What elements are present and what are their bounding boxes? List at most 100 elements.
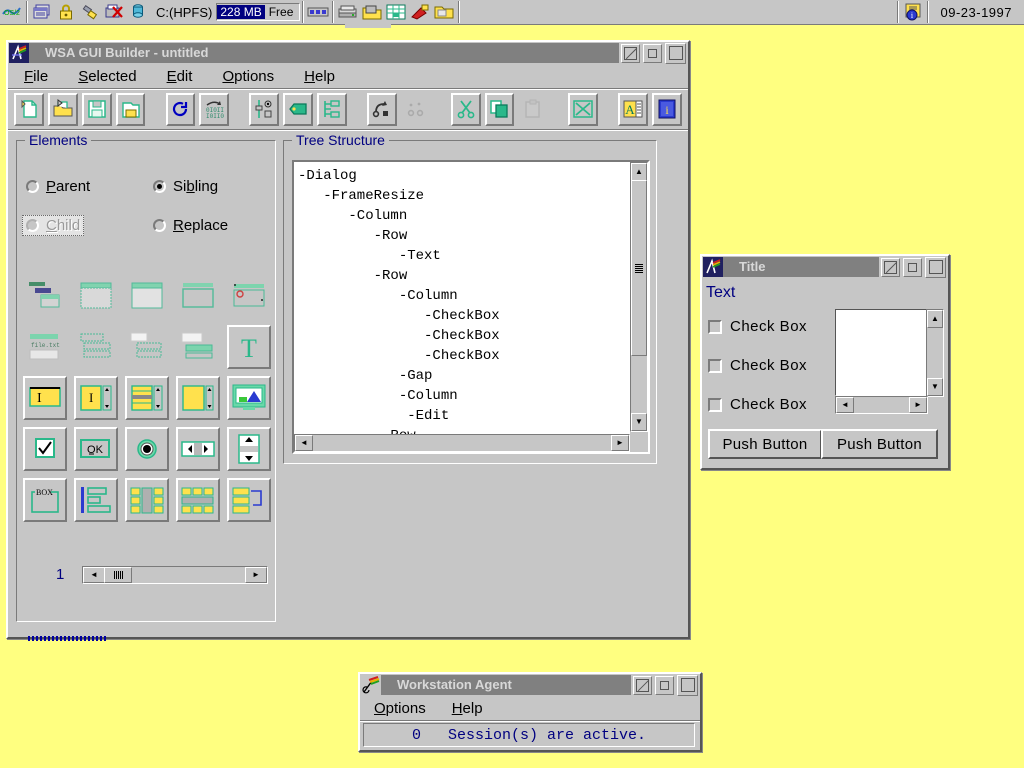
agent-feather-icon[interactable] (361, 675, 381, 695)
lock-icon[interactable] (54, 1, 78, 23)
maximize-button[interactable] (925, 257, 946, 278)
multiline-edit-icon[interactable]: I (74, 376, 118, 420)
menu-edit[interactable]: Edit (165, 67, 195, 86)
checkbox-icon[interactable] (23, 427, 67, 471)
os2-logo-icon[interactable]: OS/2 (0, 1, 24, 23)
delete-icon[interactable] (568, 93, 598, 126)
slider-icon[interactable] (176, 427, 220, 471)
information-icon[interactable]: i (901, 1, 925, 23)
cut-icon[interactable] (451, 93, 481, 126)
hide-button[interactable] (633, 676, 652, 695)
gap-layout-icon[interactable] (227, 478, 271, 522)
help-book-icon[interactable]: i (652, 93, 682, 126)
properties-icon[interactable] (249, 93, 279, 126)
spinbutton-icon[interactable] (227, 427, 271, 471)
radio-parent[interactable]: Parent (26, 178, 90, 195)
flashlight-icon[interactable] (78, 1, 102, 23)
window-list-icon[interactable] (30, 1, 54, 23)
scroll-up-button[interactable]: ▲ (631, 163, 647, 181)
svg-text:I: I (89, 390, 93, 405)
checkbox-box[interactable] (708, 359, 722, 373)
paint-icon[interactable] (408, 1, 432, 23)
save-as-icon[interactable] (116, 93, 146, 126)
toolbar-divider (927, 1, 929, 23)
preview-vertical-scrollbar[interactable]: ▲ ▼ (926, 309, 944, 397)
scroll-right-button[interactable]: ► (245, 567, 267, 583)
tree-horizontal-scrollbar[interactable]: ◄ ► (294, 434, 630, 452)
entry-field-icon[interactable]: I (23, 376, 67, 420)
radio-sibling[interactable]: Sibling (153, 178, 218, 195)
preview-checkbox-3[interactable]: Check Box (708, 396, 807, 413)
preview-title-bar[interactable]: Title (702, 256, 948, 278)
scroll-down-button[interactable]: ▼ (927, 378, 943, 396)
new-icon[interactable] (14, 93, 44, 126)
undo-icon[interactable] (367, 93, 397, 126)
scroll-right-button[interactable]: ► (909, 397, 927, 413)
grid-layout-icon[interactable] (176, 478, 220, 522)
tree-vertical-scrollbar[interactable]: ▲ ▼ (630, 162, 648, 432)
preview-checkbox-2[interactable]: Check Box (708, 357, 807, 374)
drives-icon[interactable] (336, 1, 360, 23)
printer-cancel-icon[interactable] (102, 1, 126, 23)
bitmap-icon[interactable] (227, 376, 271, 420)
scroll-left-button[interactable]: ◄ (83, 567, 105, 583)
pushbutton-icon[interactable]: OK (74, 427, 118, 471)
menu-file[interactable]: File (22, 67, 50, 86)
title-bar[interactable]: WSA GUI Builder - untitled (8, 42, 688, 64)
tree-view[interactable]: -Dialog -FrameResize -Column -Row -Text … (292, 160, 650, 454)
hide-button[interactable] (621, 44, 640, 63)
checkbox-box[interactable] (708, 320, 722, 334)
minimize-button[interactable] (903, 258, 922, 277)
font-icon[interactable]: A (618, 93, 648, 126)
refresh-icon[interactable] (166, 93, 196, 126)
scroll-left-button[interactable]: ◄ (836, 397, 854, 413)
preview-checkbox-1[interactable]: Check Box (708, 318, 807, 335)
radiobutton-icon[interactable] (125, 427, 169, 471)
preview-edit-client[interactable] (835, 309, 927, 396)
scroll-left-button[interactable]: ◄ (295, 435, 313, 451)
static-text-icon[interactable]: T (227, 325, 271, 369)
open-icon[interactable] (48, 93, 78, 126)
tree-icon[interactable] (317, 93, 347, 126)
scroll-up-button[interactable]: ▲ (927, 310, 943, 328)
maximize-button[interactable] (665, 43, 686, 64)
generate-code-icon[interactable]: 0I0III0II0 (199, 93, 229, 126)
agent-title-bar[interactable]: Workstation Agent (360, 674, 700, 696)
wsa-app-icon[interactable] (703, 257, 723, 277)
folder-icon[interactable] (432, 1, 456, 23)
scroll-right-button[interactable]: ► (611, 435, 629, 451)
copy-icon[interactable] (485, 93, 515, 126)
menu-selected[interactable]: Selected (76, 67, 138, 86)
radio-replace[interactable]: Replace (153, 217, 228, 234)
preview-edit-area[interactable]: ▲ ▼ ◄ ► (835, 309, 943, 412)
printer-folder-icon[interactable] (360, 1, 384, 23)
minimize-button[interactable] (643, 44, 662, 63)
preview-horizontal-scrollbar[interactable]: ◄ ► (835, 396, 928, 414)
agent-menu-options[interactable]: Options (372, 699, 428, 718)
save-icon[interactable] (82, 93, 112, 126)
menu-help[interactable]: Help (302, 67, 337, 86)
palette-scrollbar[interactable]: ◄ ► (82, 566, 268, 584)
wsa-app-icon[interactable] (9, 43, 29, 63)
row-layout-icon[interactable] (125, 478, 169, 522)
menu-options[interactable]: Options (220, 67, 276, 86)
column-layout-icon[interactable] (74, 478, 118, 522)
checkbox-box[interactable] (708, 398, 722, 412)
preview-push-button-2[interactable]: Push Button (821, 429, 938, 459)
tree-scroll-thumb-vertical[interactable] (631, 180, 647, 356)
preview-push-button-1[interactable]: Push Button (708, 429, 822, 459)
drive-icon[interactable] (126, 1, 150, 23)
palette-scroll-thumb[interactable] (104, 567, 132, 583)
listbox-icon[interactable] (125, 376, 169, 420)
maximize-button[interactable] (677, 675, 698, 696)
groupbox-icon[interactable]: BOX (23, 478, 67, 522)
redo-icon (401, 93, 431, 126)
scroll-area-icon[interactable] (176, 376, 220, 420)
hide-button[interactable] (881, 258, 900, 277)
scroll-down-button[interactable]: ▼ (631, 413, 647, 431)
minimize-button[interactable] (655, 676, 674, 695)
agent-menu-help[interactable]: Help (450, 699, 485, 718)
label-icon[interactable] (283, 93, 313, 126)
spreadsheet-icon[interactable] (384, 1, 408, 23)
memory-meter-icon[interactable] (306, 1, 330, 23)
